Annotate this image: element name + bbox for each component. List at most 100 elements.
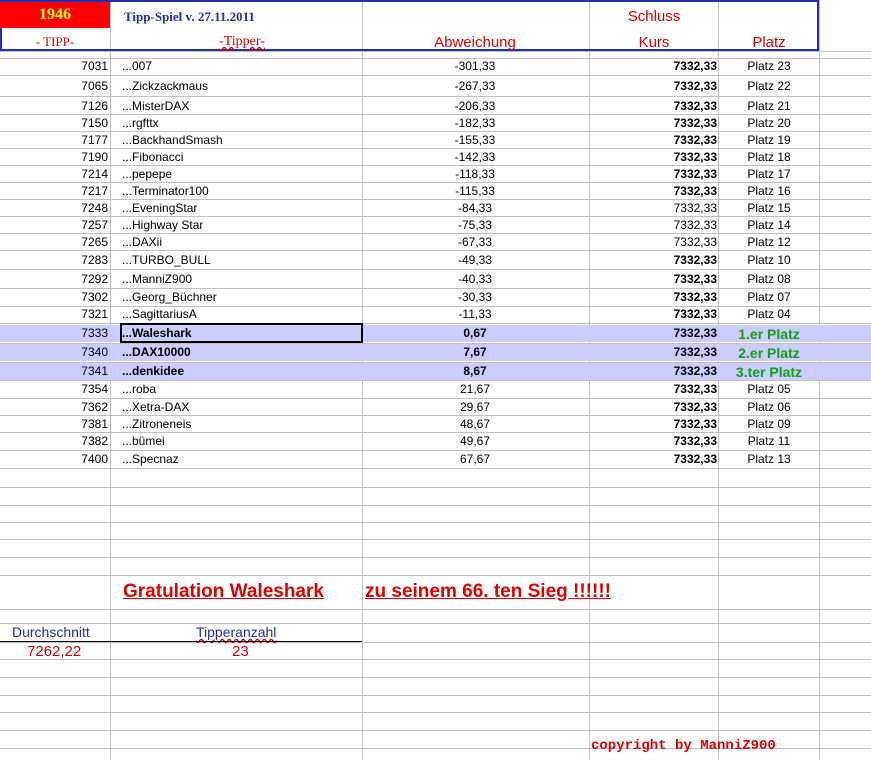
table-row[interactable]: 7400 ...Specnaz 67,67 7332,33 Platz 13 [0, 451, 871, 468]
place-cell[interactable]: Platz 13 [719, 452, 819, 466]
place-cell[interactable]: Platz 20 [719, 116, 819, 130]
close-price-cell[interactable]: 7332,33 [590, 99, 717, 113]
place-cell[interactable]: Platz 22 [719, 79, 819, 93]
close-price-cell[interactable]: 7332,33 [590, 150, 717, 164]
place-cell[interactable]: 3.ter Platz [719, 364, 819, 380]
place-cell[interactable]: 2.er Platz [719, 345, 819, 361]
tipp-cell[interactable]: 7362 [0, 400, 108, 414]
tipper-name-cell[interactable]: ...Xetra-DAX [122, 400, 189, 414]
tipper-name-cell[interactable]: ...roba [122, 382, 156, 396]
round-number-cell[interactable]: 1946 [0, 2, 110, 28]
average-value[interactable]: 7262,22 [27, 643, 81, 660]
place-cell[interactable]: Platz 21 [719, 99, 819, 113]
tipper-name-cell[interactable]: ...Georg_Büchner [122, 290, 217, 304]
close-price-cell[interactable]: 7332,33 [590, 307, 717, 321]
place-cell[interactable]: 1.er Platz [719, 326, 819, 342]
tipp-cell[interactable]: 7382 [0, 434, 108, 448]
table-row[interactable]: 7150 ...rgfttx -182,33 7332,33 Platz 20 [0, 115, 871, 132]
table-row[interactable]: 7382 ...bümei 49,67 7332,33 Platz 11 [0, 433, 871, 450]
tipper-name-cell[interactable]: ...bümei [122, 434, 165, 448]
close-price-cell[interactable]: 7332,33 [590, 434, 717, 448]
table-row[interactable]: 7362 ...Xetra-DAX 29,67 7332,33 Platz 06 [0, 399, 871, 416]
place-cell[interactable]: Platz 18 [719, 150, 819, 164]
close-price-cell[interactable]: 7332,33 [590, 272, 717, 286]
tipp-cell[interactable]: 7214 [0, 167, 108, 181]
tipp-cell[interactable]: 7031 [0, 59, 108, 73]
table-row[interactable]: 7126 ...MisterDAX -206,33 7332,33 Platz 21 [0, 98, 871, 115]
tipper-name-cell[interactable]: ...pepepe [122, 167, 172, 181]
tipp-cell[interactable]: 7150 [0, 116, 108, 130]
deviation-cell[interactable]: -84,33 [362, 201, 588, 215]
tipper-name-cell[interactable]: ...TURBO_BULL [122, 253, 211, 267]
tipp-cell[interactable]: 7333 [0, 326, 108, 340]
close-column-header-bottom[interactable]: Kurs [590, 34, 718, 51]
table-row[interactable]: 7340 ...DAX10000 7,67 7332,33 2.er Platz [0, 344, 871, 361]
close-price-cell[interactable]: 7332,33 [590, 184, 717, 198]
place-cell[interactable]: Platz 14 [719, 218, 819, 232]
place-column-header[interactable]: Platz [719, 34, 819, 51]
copyright-text[interactable]: copyright by ManniZ900 [591, 738, 776, 754]
deviation-cell[interactable]: -11,33 [362, 307, 588, 321]
table-row[interactable]: 7190 ...Fibonacci -142,33 7332,33 Platz 18 [0, 149, 871, 166]
deviation-cell[interactable]: 7,67 [362, 345, 588, 359]
tipper-name-cell[interactable]: ...MisterDAX [122, 99, 189, 113]
deviation-cell[interactable]: 21,67 [362, 382, 588, 396]
tipper-name-cell[interactable]: ...Specnaz [122, 452, 179, 466]
close-price-cell[interactable]: 7332,33 [590, 345, 717, 359]
deviation-cell[interactable]: -301,33 [362, 59, 588, 73]
place-cell[interactable]: Platz 09 [719, 417, 819, 431]
tipp-cell[interactable]: 7321 [0, 307, 108, 321]
tipp-cell[interactable]: 7190 [0, 150, 108, 164]
tipper-name-cell[interactable]: ...Fibonacci [122, 150, 183, 164]
place-cell[interactable]: Platz 12 [719, 235, 819, 249]
table-row[interactable]: 7354 ...roba 21,67 7332,33 Platz 05 [0, 381, 871, 398]
close-price-cell[interactable]: 7332,33 [590, 417, 717, 431]
close-price-cell[interactable]: 7332,33 [590, 201, 717, 215]
tipper-name-cell[interactable]: ...BackhandSmash [122, 133, 223, 147]
close-price-cell[interactable]: 7332,33 [590, 167, 717, 181]
deviation-cell[interactable]: 49,67 [362, 434, 588, 448]
tipper-name-cell[interactable]: ...DAX10000 [122, 345, 191, 359]
tipp-cell[interactable]: 7354 [0, 382, 108, 396]
place-cell[interactable]: Platz 10 [719, 253, 819, 267]
deviation-cell[interactable]: -142,33 [362, 150, 588, 164]
place-cell[interactable]: Platz 07 [719, 290, 819, 304]
table-row[interactable]: 7065 ...Zickzackmaus -267,33 7332,33 Platz 2… [0, 78, 871, 95]
deviation-cell[interactable]: -75,33 [362, 218, 588, 232]
table-row[interactable]: 7248 ...EveningStar -84,33 7332,33 Platz 15 [0, 200, 871, 217]
deviation-cell[interactable]: -67,33 [362, 235, 588, 249]
deviation-cell[interactable]: 48,67 [362, 417, 588, 431]
place-cell[interactable]: Platz 23 [719, 59, 819, 73]
table-row[interactable]: 7292 ...ManniZ900 -40,33 7332,33 Platz 08 [0, 271, 871, 288]
place-cell[interactable]: Platz 11 [719, 434, 819, 448]
game-title[interactable]: Tipp-Spiel v. 27.11.2011 [124, 9, 255, 25]
tipper-name-cell[interactable]: ...rgfttx [122, 116, 159, 130]
close-price-cell[interactable]: 7332,33 [590, 59, 717, 73]
close-price-cell[interactable]: 7332,33 [590, 290, 717, 304]
tipper-name-cell[interactable]: ...EveningStar [122, 201, 197, 215]
tipper-name-cell[interactable]: ...ManniZ900 [122, 272, 192, 286]
tipp-cell[interactable]: 7340 [0, 345, 108, 359]
close-price-cell[interactable]: 7332,33 [590, 452, 717, 466]
congrats-text-wins[interactable]: zu seinem 66. ten Sieg !!!!!! [365, 581, 611, 603]
tipper-name-cell[interactable]: ...Terminator100 [122, 184, 209, 198]
tipper-column-header[interactable]: -Tipper- [122, 34, 362, 50]
tipper-name-cell[interactable]: ...SagittariusA [122, 307, 197, 321]
deviation-cell[interactable]: -30,33 [362, 290, 588, 304]
close-price-cell[interactable]: 7332,33 [590, 79, 717, 93]
place-cell[interactable]: Platz 04 [719, 307, 819, 321]
count-label[interactable]: Tipperanzahl [196, 624, 276, 640]
tipp-cell[interactable]: 7248 [0, 201, 108, 215]
tipp-cell[interactable]: 7257 [0, 218, 108, 232]
tipp-column-header[interactable]: - TIPP- [0, 34, 110, 50]
tipp-cell[interactable]: 7217 [0, 184, 108, 198]
tipp-cell[interactable]: 7400 [0, 452, 108, 466]
table-row[interactable]: 7257 ...Highway Star -75,33 7332,33 Platz 14 [0, 217, 871, 234]
tipp-cell[interactable]: 7177 [0, 133, 108, 147]
table-row[interactable]: 7217 ...Terminator100 -115,33 7332,33 Platz … [0, 183, 871, 200]
close-price-cell[interactable]: 7332,33 [590, 218, 717, 232]
tipp-cell[interactable]: 7126 [0, 99, 108, 113]
tipper-name-cell[interactable]: ...007 [122, 59, 152, 73]
table-row[interactable]: 7341 ...denkidee 8,67 7332,33 3.ter Platz [0, 363, 871, 380]
close-price-cell[interactable]: 7332,33 [590, 400, 717, 414]
